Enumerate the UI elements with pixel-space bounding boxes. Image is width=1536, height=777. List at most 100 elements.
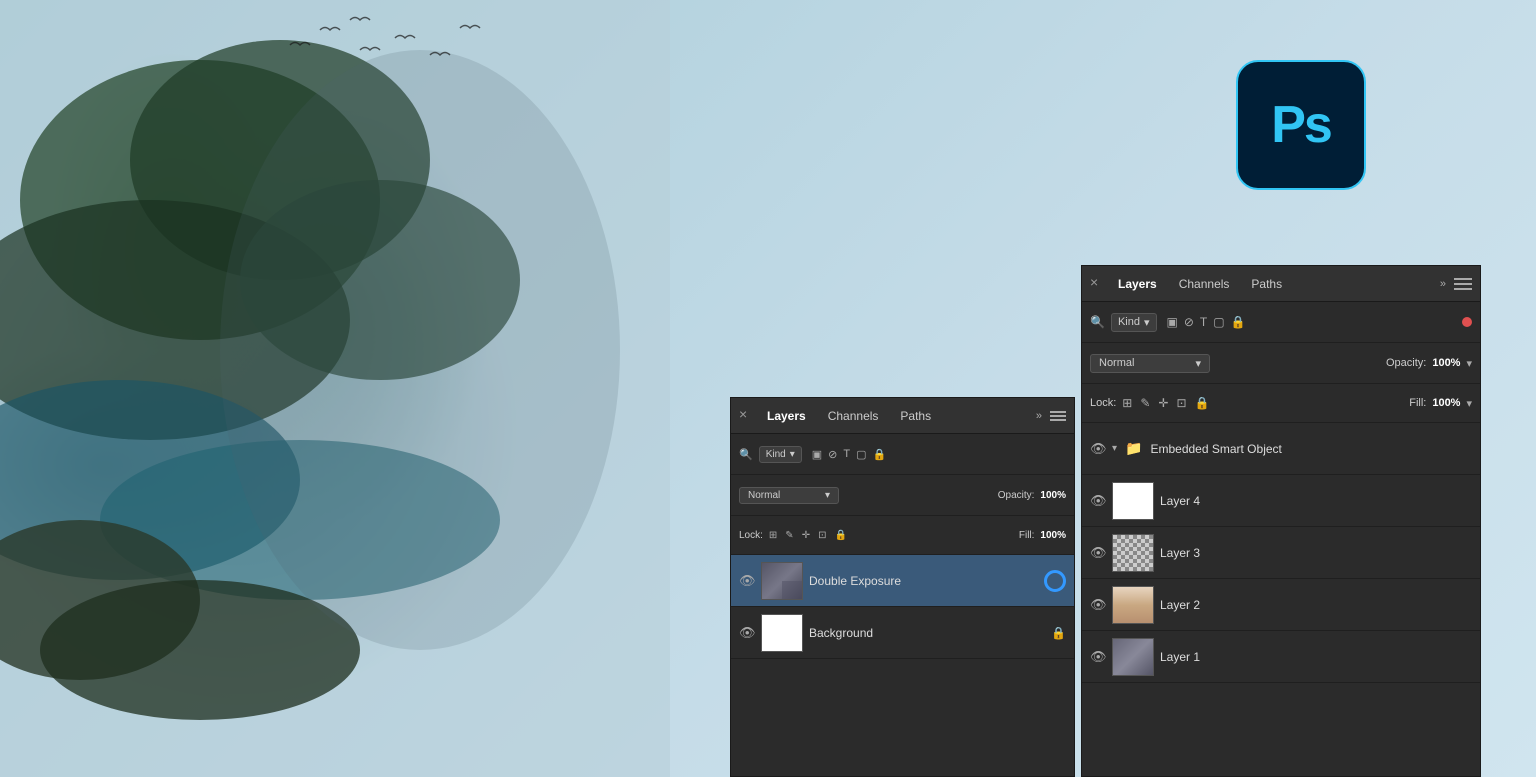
kind-dropdown-front[interactable]: Kind ▾ [759,446,802,463]
opacity-value-back[interactable]: 100% [1432,357,1460,369]
group-arrow[interactable]: ▾ [1112,443,1117,454]
opacity-chevron-back[interactable]: ▾ [1466,357,1472,370]
layer-row-2[interactable]: 👁 Layer 2 [1082,579,1480,631]
lock-icons-back: ⊞ ✎ ✛ ⊡ 🔒 [1122,396,1209,410]
tab-layers-back[interactable]: Layers [1108,273,1167,295]
tab-paths-back[interactable]: Paths [1241,273,1292,295]
layer-thumb-1 [1112,638,1154,676]
smart-filter-icon[interactable]: 🔒 [1231,315,1246,329]
kind-dropdown-back[interactable]: Kind ▾ [1111,313,1157,332]
lock-paint-icon[interactable]: ✎ [1140,396,1150,410]
adjustment-filter-icon[interactable]: ⊘ [1184,315,1194,329]
pf-type-icon[interactable]: T [843,448,850,460]
layer-name-bg: Background [809,626,1045,640]
layer-name-4: Layer 4 [1160,494,1472,508]
eye-icon-de[interactable]: 👁 [739,573,755,589]
kind-chevron-back: ▾ [1144,316,1150,329]
filter-active-dot-back [1462,317,1472,327]
pf-shape-icon[interactable]: ▢ [856,448,866,461]
blend-mode-dropdown-front[interactable]: Normal ▾ [739,487,839,504]
layer-row-4[interactable]: 👁 Layer 4 [1082,475,1480,527]
tab-paths-front[interactable]: Paths [890,405,941,427]
eye-icon-3[interactable]: 👁 [1090,545,1106,561]
eye-icon-4[interactable]: 👁 [1090,493,1106,509]
blend-mode-dropdown-back[interactable]: Normal ▾ [1090,354,1210,373]
tab-layers-front[interactable]: Layers [757,405,816,427]
layers-panel-back: × Layers Channels Paths » 🔍 Kind ▾ ▣ ⊘ T… [1081,265,1481,777]
search-icon-back: 🔍 [1090,315,1105,329]
lock-move-icon[interactable]: ✛ [1158,396,1168,410]
layer-name-de: Double Exposure [809,574,1038,588]
layer-thumb-de [761,562,803,600]
layers-list-front: 👁 Double Exposure 👁 Background 🔒 [731,555,1074,776]
pf-adjust-icon[interactable]: ⊘ [828,448,837,461]
layer-row-background[interactable]: 👁 Background 🔒 [731,607,1074,659]
blend-chevron-front: ▾ [825,490,830,501]
panel-menu-back[interactable] [1454,278,1472,290]
panel-more-front[interactable]: » [1036,410,1042,422]
layer-name-1: Layer 1 [1160,650,1472,664]
pf-lock-icon[interactable]: 🔒 [873,448,887,461]
layer-name-3: Layer 3 [1160,546,1472,560]
lf-move-icon[interactable]: ✛ [802,530,810,541]
eye-icon-1[interactable]: 👁 [1090,649,1106,665]
layer-thumb-2 [1112,586,1154,624]
opacity-label-front: Opacity: [998,490,1035,501]
lock-label-back: Lock: [1090,397,1116,409]
layer-lock-icon: 🔒 [1051,626,1066,640]
layer-row-double-exposure[interactable]: 👁 Double Exposure [731,555,1074,607]
lf-transparency-icon[interactable]: ⊞ [769,530,777,541]
opacity-label-back: Opacity: [1386,357,1426,369]
fill-chevron-back[interactable]: ▾ [1466,397,1472,410]
lock-section-front: Lock: ⊞ ✎ ✛ ⊡ 🔒 Fill: 100% [731,516,1074,555]
layer-name-2: Layer 2 [1160,598,1472,612]
pixel-filter-icon[interactable]: ▣ [1167,315,1178,329]
blend-mode-label-front: Normal [748,490,780,501]
lock-artboard-icon[interactable]: ⊡ [1176,396,1186,410]
layer-thumb-bg [761,614,803,652]
tab-channels-back[interactable]: Channels [1169,273,1240,295]
layer-thumb-4 [1112,482,1154,520]
filter-icons-front: ▣ ⊘ T ▢ 🔒 [812,448,886,461]
panel-header-front: × Layers Channels Paths » [731,398,1074,434]
eye-icon-bg[interactable]: 👁 [739,625,755,641]
fill-label-front: Fill: [1019,530,1035,541]
kind-label-back: Kind [1118,316,1140,328]
fill-value-front[interactable]: 100% [1040,530,1066,541]
filter-icons-back: ▣ ⊘ T ▢ 🔒 [1167,315,1246,329]
nature-tones [0,0,680,777]
lock-label-front: Lock: [739,530,763,541]
blend-mode-label-back: Normal [1099,357,1134,369]
pf-pixel-icon[interactable]: ▣ [812,448,822,461]
search-icon-front: 🔍 [739,448,753,461]
opacity-value-front[interactable]: 100% [1040,490,1066,501]
lf-lock-icon[interactable]: 🔒 [834,530,846,541]
kind-label-front: Kind [766,449,786,460]
panel-menu-front[interactable] [1050,411,1066,421]
group-layer-row[interactable]: 👁 ▾ 📁 Embedded Smart Object [1082,423,1480,475]
lf-paint-icon[interactable]: ✎ [785,530,793,541]
eye-icon-group[interactable]: 👁 [1090,441,1106,457]
fill-label-back: Fill: [1409,397,1426,409]
layers-panel-front: × Layers Channels Paths » 🔍 Kind ▾ ▣ ⊘ T… [730,397,1075,777]
close-button-front[interactable]: × [739,406,747,422]
group-layer-name: Embedded Smart Object [1150,442,1472,456]
panel-header-back: × Layers Channels Paths » [1082,266,1480,302]
eye-icon-2[interactable]: 👁 [1090,597,1106,613]
fill-value-back[interactable]: 100% [1432,397,1460,409]
lf-artboard-icon[interactable]: ⊡ [818,530,826,541]
filter-section-front: 🔍 Kind ▾ ▣ ⊘ T ▢ 🔒 [731,434,1074,475]
layer-row-3[interactable]: 👁 Layer 3 [1082,527,1480,579]
close-button-back[interactable]: × [1090,274,1098,290]
lock-section-back: Lock: ⊞ ✎ ✛ ⊡ 🔒 Fill: 100% ▾ [1082,384,1480,423]
lock-all-icon[interactable]: 🔒 [1195,396,1210,410]
panel-more-back[interactable]: » [1440,278,1446,290]
type-filter-icon[interactable]: T [1200,315,1207,329]
layer-row-1[interactable]: 👁 Layer 1 [1082,631,1480,683]
tab-channels-front[interactable]: Channels [818,405,889,427]
shape-filter-icon[interactable]: ▢ [1213,315,1224,329]
filter-section-back: 🔍 Kind ▾ ▣ ⊘ T ▢ 🔒 [1082,302,1480,343]
lock-transparency-icon[interactable]: ⊞ [1122,396,1132,410]
photoshop-logo: Ps [1236,60,1366,190]
blend-section-back: Normal ▾ Opacity: 100% ▾ [1082,343,1480,384]
